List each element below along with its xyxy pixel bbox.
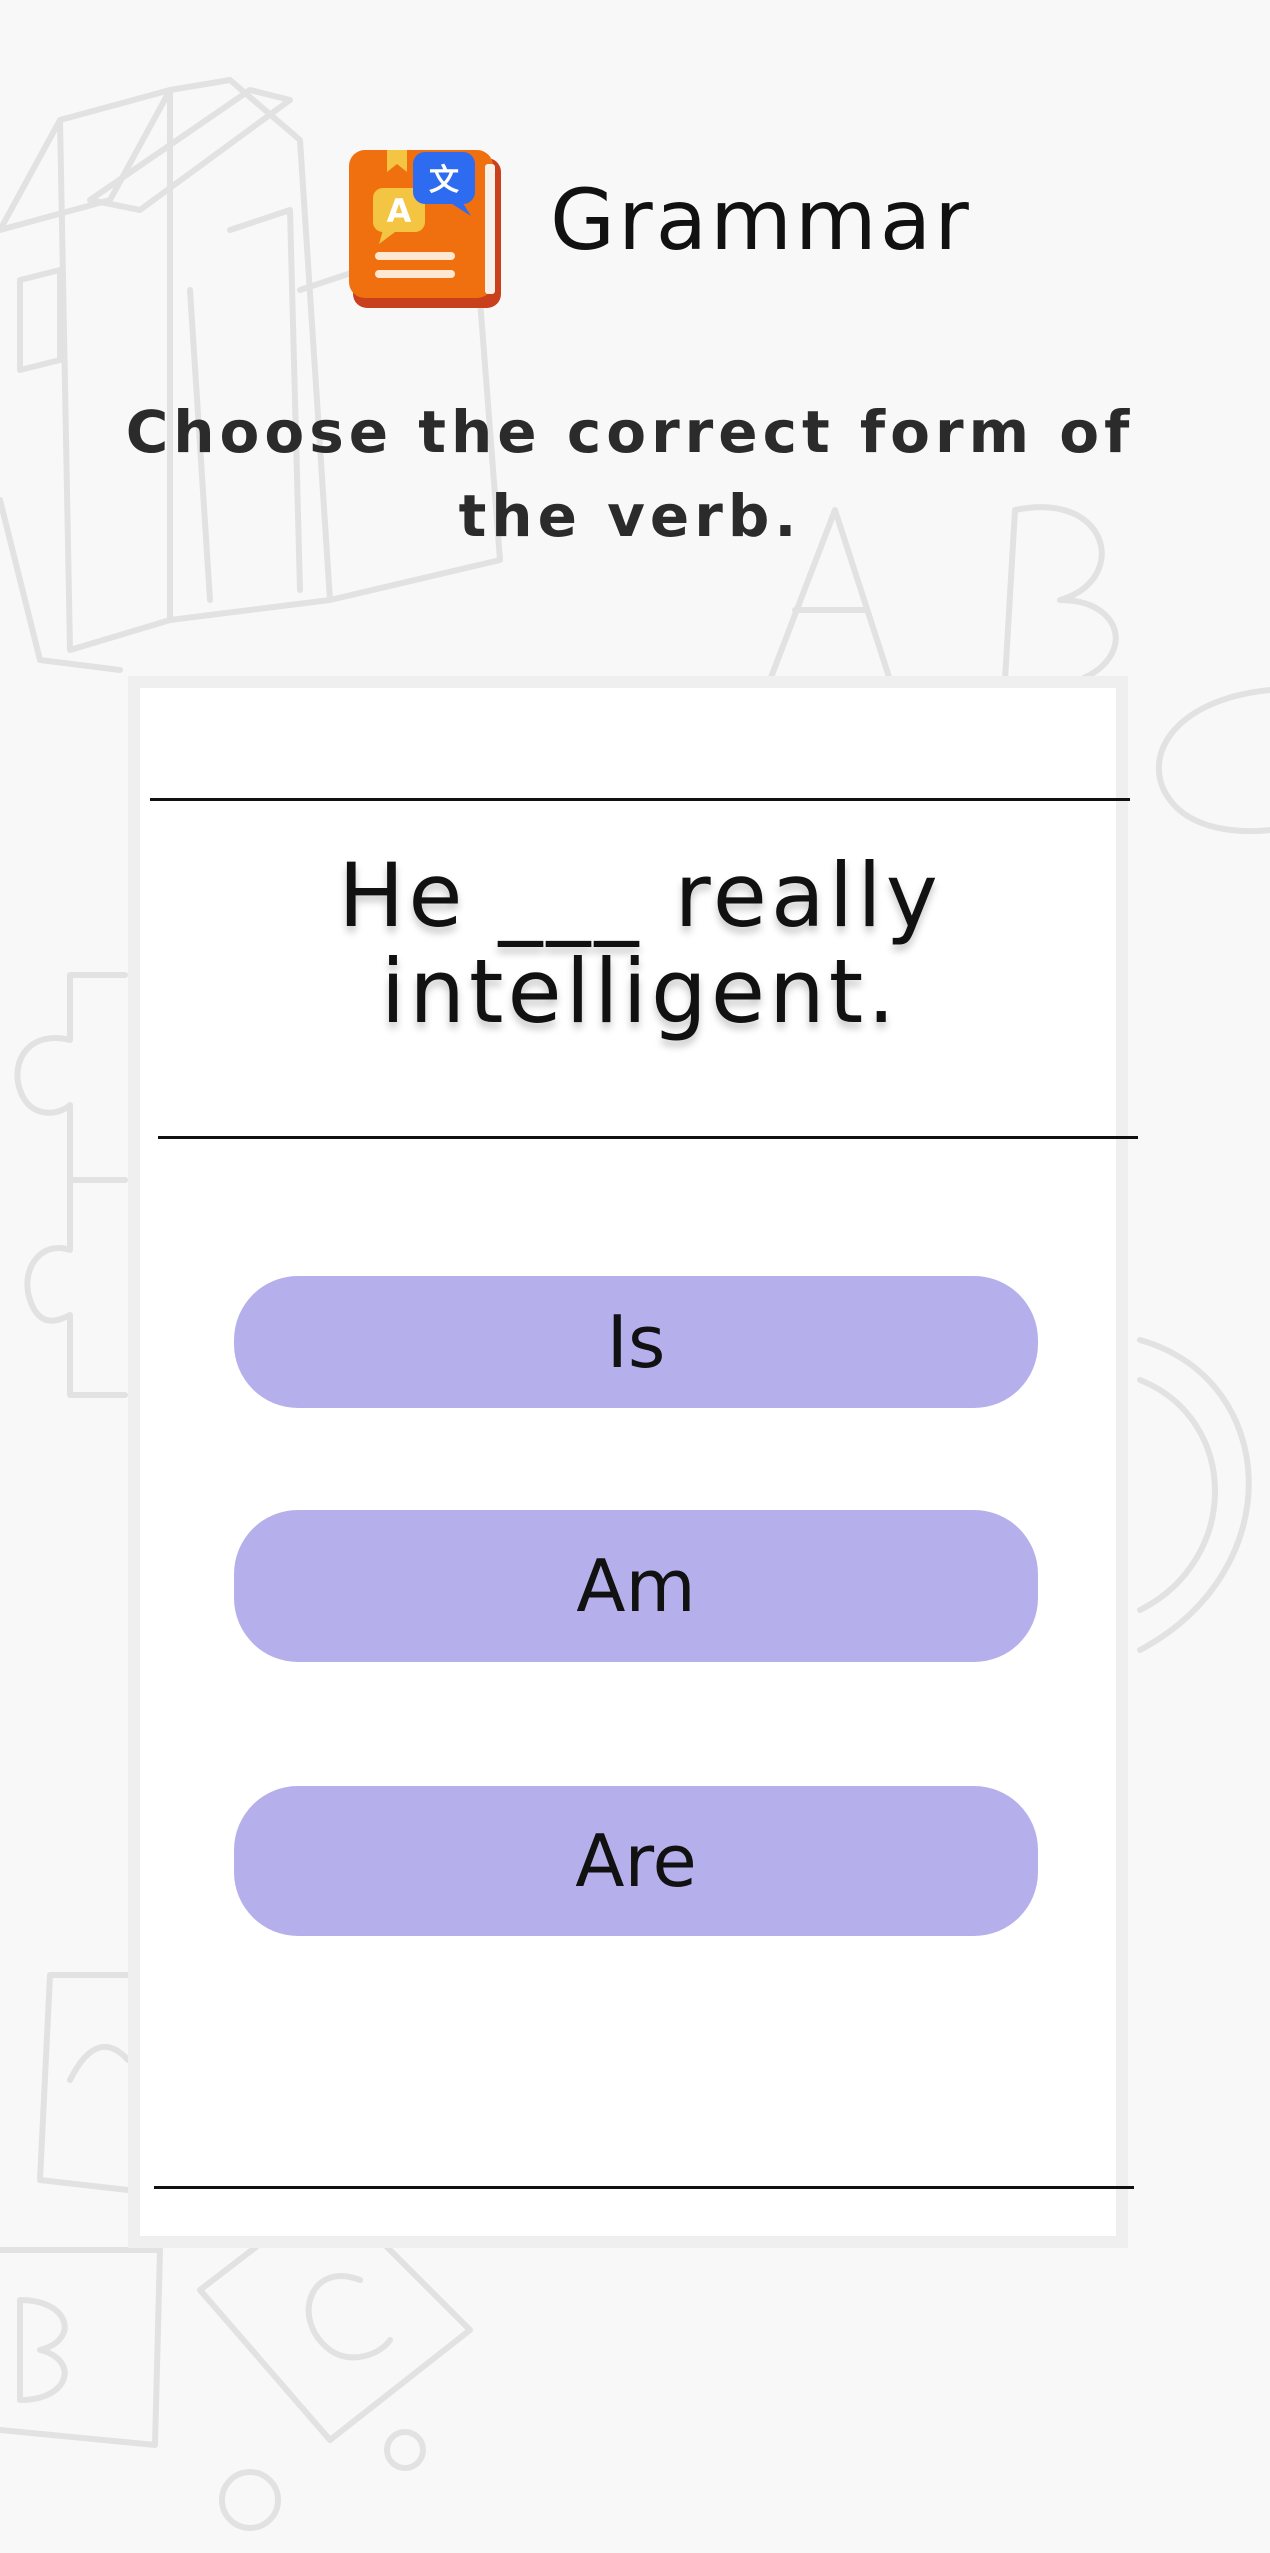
answer-option-label: Is [606,1300,666,1384]
answer-option-label: Am [576,1544,696,1628]
divider-bottom [154,2186,1134,2189]
question-card: He ___ really intelligent. Is Am Are [128,676,1138,2248]
question-text: He ___ really intelligent. [338,844,942,1043]
answer-option-is[interactable]: Is [234,1276,1038,1408]
svg-text:A: A [387,192,412,230]
letter-s-doodle [1155,687,1270,835]
arc-doodle [1137,1337,1252,1653]
grammar-book-icon: A 文 [349,150,501,308]
header: A 文 Grammar [0,130,1270,310]
divider-top [150,798,1130,801]
instruction-text: Choose the correct form of the verb. [125,398,1135,550]
answer-option-are[interactable]: Are [234,1786,1038,1936]
answer-option-label: Are [575,1819,697,1903]
page-title: Grammar [550,171,972,269]
svg-text:文: 文 [429,163,459,198]
answer-option-am[interactable]: Am [234,1510,1038,1662]
puzzle-doodle [14,972,128,1398]
divider-middle [158,1136,1138,1139]
